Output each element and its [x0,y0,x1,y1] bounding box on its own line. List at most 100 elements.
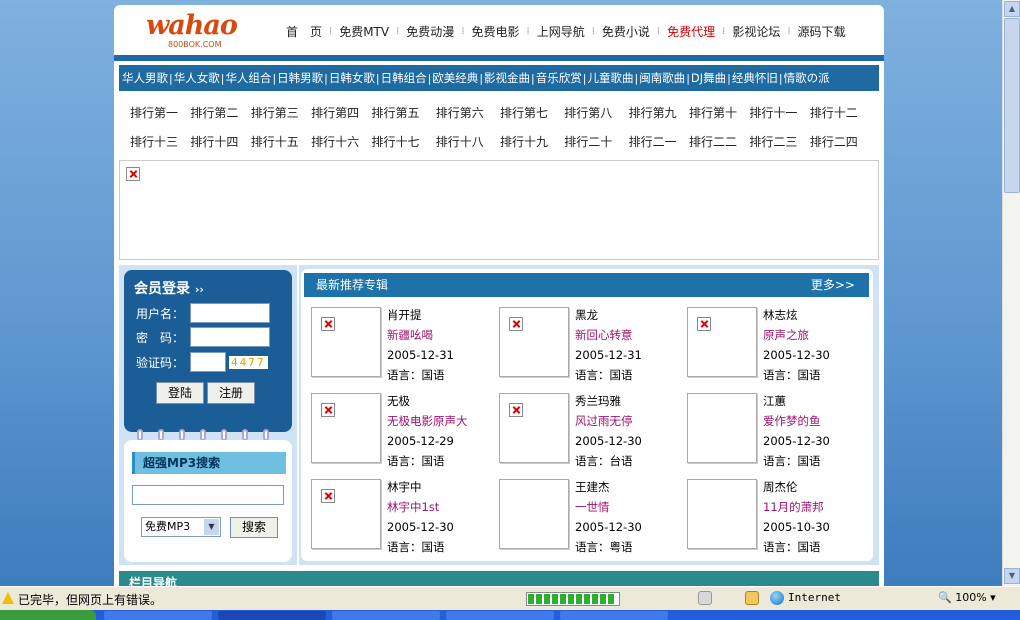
category-link[interactable]: 影视金曲 [484,70,530,86]
album-cover[interactable] [499,393,569,463]
rank-link[interactable]: 排行第十 [689,104,749,121]
album-title[interactable]: 新回心转意 [575,325,642,345]
album-cover[interactable] [687,307,757,377]
rank-link[interactable]: 排行第八 [564,104,628,121]
warning-icon[interactable] [2,592,14,604]
nav-link[interactable]: 免费动漫 [399,23,461,40]
nav-link[interactable]: 源码下载 [791,23,853,40]
album-title[interactable]: 新疆吆喝 [387,325,454,345]
taskbar-item[interactable] [446,611,554,620]
rank-link[interactable]: 排行十八 [436,133,500,150]
album-artist[interactable]: 林志炫 [763,305,830,325]
rank-link[interactable]: 排行十六 [311,133,371,150]
nav-link[interactable]: 首 页 [279,23,329,40]
site-logo[interactable]: wahao 800BOK.COM [146,11,256,53]
scroll-thumb[interactable] [1004,18,1020,193]
album-artist[interactable]: 江蕙 [763,391,830,411]
search-type-select[interactable]: 免费MP3 ▼ [141,517,221,537]
vertical-scrollbar[interactable]: ▲ ▼ [1002,0,1020,586]
album-cover[interactable] [499,307,569,377]
taskbar-item[interactable] [104,611,212,620]
nav-link[interactable]: 免费小说 [595,23,657,40]
category-link[interactable]: 闽南歌曲 [639,70,685,86]
album-cover[interactable] [311,479,381,549]
album-cover[interactable] [311,307,381,377]
category-link[interactable]: 日韩女歌 [329,70,375,86]
album-title[interactable]: 无极电影原声大 [387,411,468,431]
category-link[interactable]: DJ舞曲 [691,70,726,86]
category-link[interactable]: 情歌の派 [784,70,830,86]
category-link[interactable]: 华人组合 [225,70,271,86]
album-artist[interactable]: 周杰伦 [763,477,830,497]
nav-link[interactable]: 免费电影 [465,23,527,40]
rank-link[interactable]: 排行十四 [190,133,250,150]
rank-link[interactable]: 排行十七 [372,133,436,150]
nav-link[interactable]: 免费代理 [660,23,722,40]
album-artist[interactable]: 王建杰 [575,477,642,497]
search-input[interactable] [132,485,284,505]
rank-link[interactable]: 排行第六 [436,104,500,121]
category-link[interactable]: 华人男歌 [122,70,168,86]
rank-link[interactable]: 排行二三 [749,133,809,150]
right-column: 最新推荐专辑 更多>> 肖开提 新疆吆喝 2005-12-31 语言：国语 黑龙 新回心转… [299,265,879,565]
category-link[interactable]: 儿童歌曲 [587,70,633,86]
category-link[interactable]: 音乐欣赏 [536,70,582,86]
nav-link[interactable]: 免费MTV [332,23,396,40]
album-cover[interactable] [311,393,381,463]
rank-link[interactable]: 排行十五 [251,133,311,150]
album-artist[interactable]: 秀兰玛雅 [575,391,642,411]
rank-link[interactable]: 排行二一 [629,133,689,150]
album-cover[interactable] [687,479,757,549]
album-cover[interactable] [687,393,757,463]
category-link[interactable]: 日韩男歌 [277,70,323,86]
login-button[interactable]: 登陆 [156,382,204,404]
album-title[interactable]: 11月的萧邦 [763,497,830,517]
username-input[interactable] [190,303,270,323]
rank-link[interactable]: 排行第七 [500,104,564,121]
category-link[interactable]: 欧美经典 [432,70,478,86]
rank-link[interactable]: 排行第五 [372,104,436,121]
album-title[interactable]: 一世情 [575,497,642,517]
category-link[interactable]: 日韩组合 [381,70,427,86]
rank-link[interactable]: 排行十一 [749,104,809,121]
start-button[interactable] [0,610,96,620]
album-artist[interactable]: 肖开提 [387,305,454,325]
taskbar-item[interactable] [560,611,668,620]
register-button[interactable]: 注册 [207,382,255,404]
rank-link[interactable]: 排行第四 [311,104,371,121]
album-title[interactable]: 林宇中1st [387,497,454,517]
rank-link[interactable]: 排行二四 [810,133,870,150]
rank-link[interactable]: 排行二二 [689,133,749,150]
taskbar-item[interactable] [332,611,440,620]
rank-link[interactable]: 排行第三 [251,104,311,121]
password-input[interactable] [190,327,270,347]
albums-header: 最新推荐专辑 更多>> [304,273,869,297]
album-artist[interactable]: 无极 [387,391,468,411]
album-title[interactable]: 原声之旅 [763,325,830,345]
rank-link[interactable]: 排行二十 [564,133,628,150]
nav-link[interactable]: 上网导航 [530,23,592,40]
scroll-up-icon[interactable]: ▲ [1004,1,1020,17]
blocked-icon[interactable] [698,591,712,605]
category-link[interactable]: 经典怀旧 [732,70,778,86]
more-link[interactable]: 更多>> [811,273,855,297]
taskbar-item-active[interactable] [218,611,326,620]
rank-link[interactable]: 排行第二 [190,104,250,121]
nav-link[interactable]: 影视论坛 [725,23,787,40]
captcha-input[interactable] [190,352,226,372]
search-button[interactable]: 搜索 [230,517,278,538]
rank-link[interactable]: 排行第一 [130,104,190,121]
rank-link[interactable]: 排行第九 [629,104,689,121]
album-cover[interactable] [499,479,569,549]
rank-link[interactable]: 排行十九 [500,133,564,150]
album-title[interactable]: 风过雨无停 [575,411,642,431]
category-link[interactable]: 华人女歌 [174,70,220,86]
album-card: 肖开提 新疆吆喝 2005-12-31 语言：国语 [311,307,496,387]
rank-link[interactable]: 排行十三 [130,133,190,150]
rank-link[interactable]: 排行十二 [810,104,870,121]
scroll-down-icon[interactable]: ▼ [1004,568,1020,584]
album-artist[interactable]: 林宇中 [387,477,454,497]
album-artist[interactable]: 黑龙 [575,305,642,325]
zoom-level[interactable]: 🔍 100% ▾ [938,591,996,604]
album-title[interactable]: 爱作梦的鱼 [763,411,830,431]
